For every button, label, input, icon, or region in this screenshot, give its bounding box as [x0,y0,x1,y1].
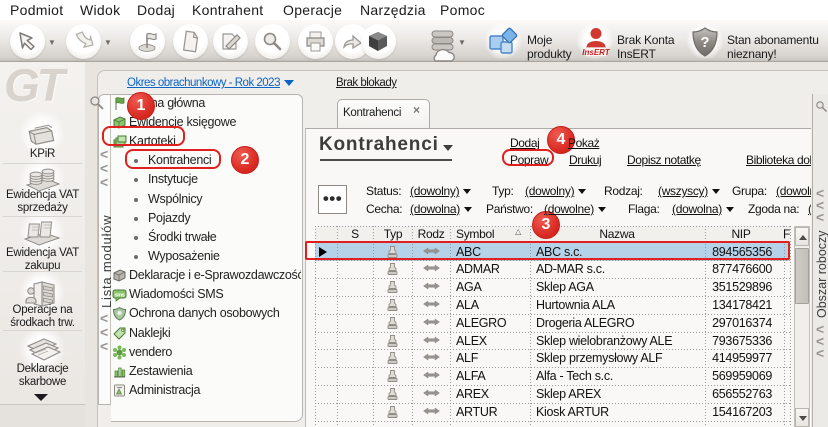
svg-text:?: ? [700,34,709,51]
svg-text:InsERT: InsERT [582,48,611,57]
svg-text:sms: sms [114,293,124,299]
